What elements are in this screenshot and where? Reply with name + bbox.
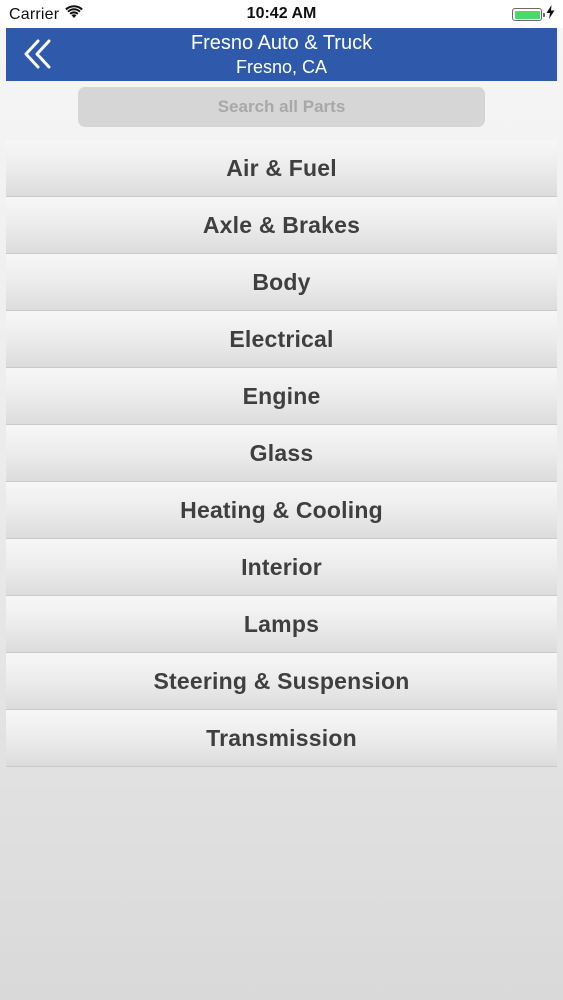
category-item-electrical[interactable]: Electrical: [6, 311, 557, 367]
battery-icon: [512, 8, 545, 21]
category-label: Electrical: [229, 325, 334, 352]
category-item-interior[interactable]: Interior: [6, 539, 557, 595]
category-label: Heating & Cooling: [180, 496, 383, 523]
store-location: Fresno, CA: [235, 57, 328, 77]
category-label: Air & Fuel: [226, 154, 337, 181]
nav-header: Fresno Auto & Truck Fresno, CA: [6, 28, 557, 81]
charging-bolt-icon: [546, 5, 555, 24]
category-item-glass[interactable]: Glass: [6, 425, 557, 481]
category-label: Axle & Brakes: [202, 211, 361, 238]
search-input[interactable]: [78, 87, 485, 127]
category-item-heating-cooling[interactable]: Heating & Cooling: [6, 482, 557, 538]
category-item-axle-brakes[interactable]: Axle & Brakes: [6, 197, 557, 253]
store-name: Fresno Auto & Truck: [190, 32, 373, 54]
category-list: Air & Fuel Axle & Brakes Body Electrical…: [6, 140, 557, 767]
category-label: Engine: [242, 382, 321, 409]
status-time: 10:42 AM: [246, 5, 317, 22]
category-label: Transmission: [206, 724, 357, 751]
category-item-transmission[interactable]: Transmission: [6, 710, 557, 766]
battery-fill: [514, 10, 540, 19]
search-container: [78, 87, 485, 127]
category-label: Interior: [241, 553, 322, 580]
category-label: Glass: [249, 439, 314, 466]
category-item-body[interactable]: Body: [6, 254, 557, 310]
category-item-engine[interactable]: Engine: [6, 368, 557, 424]
status-right: [512, 5, 555, 24]
category-item-lamps[interactable]: Lamps: [6, 596, 557, 652]
category-item-air-fuel[interactable]: Air & Fuel: [6, 140, 557, 196]
category-item-steering-suspension[interactable]: Steering & Suspension: [6, 653, 557, 709]
category-label: Steering & Suspension: [153, 667, 410, 694]
status-bar: Carrier 10:42 AM: [0, 0, 563, 28]
category-label: Lamps: [243, 610, 320, 637]
category-label: Body: [252, 268, 311, 295]
